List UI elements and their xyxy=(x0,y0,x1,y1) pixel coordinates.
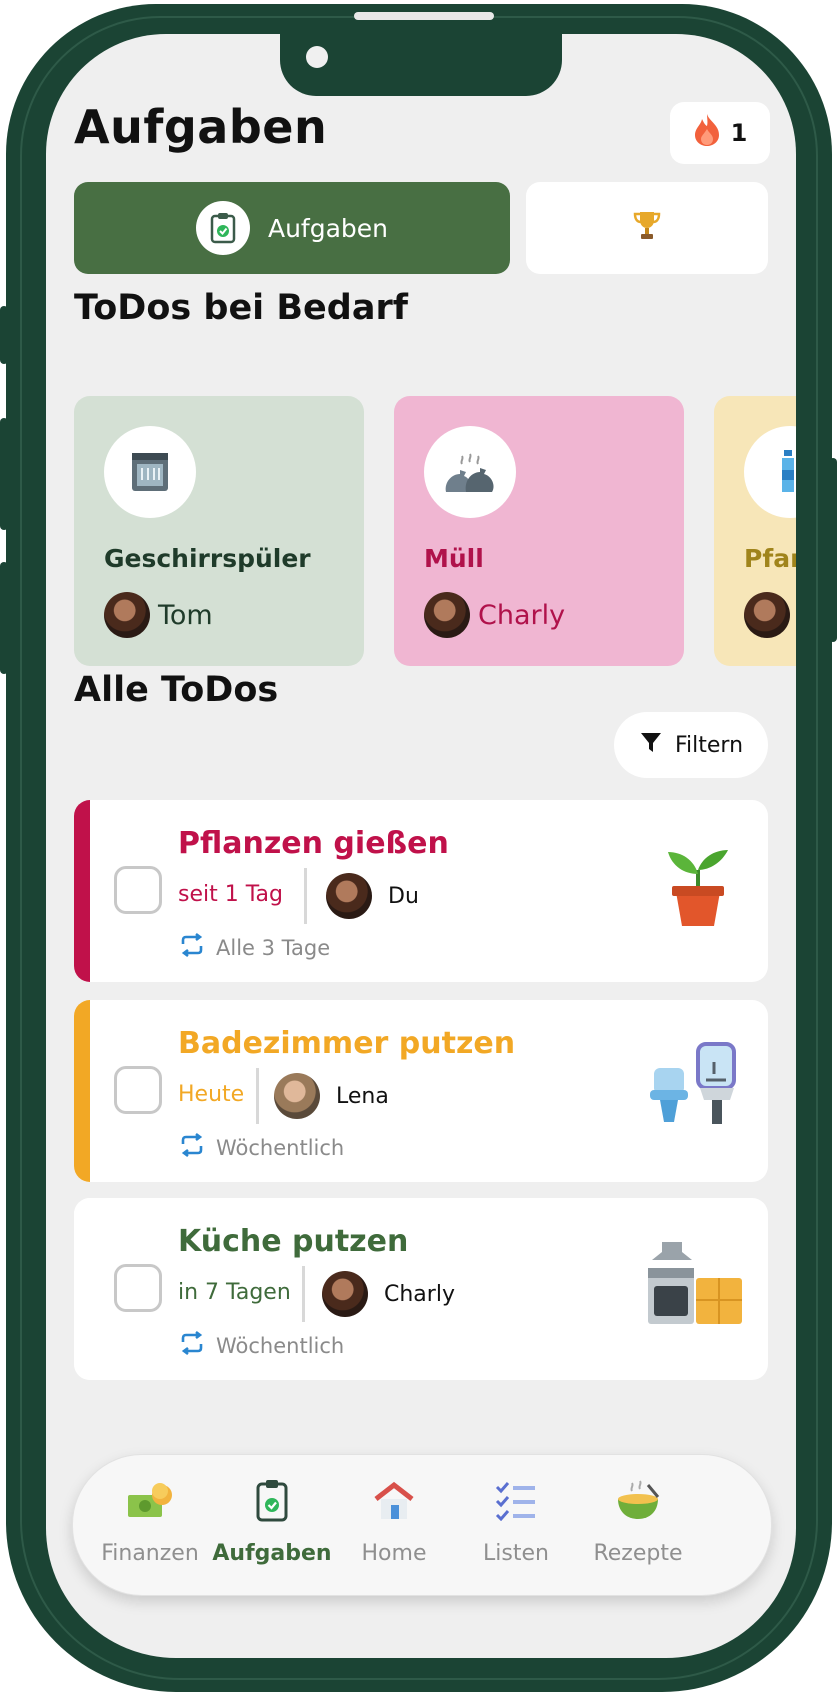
card-assignee: Charly xyxy=(424,592,565,638)
kitchen-icon xyxy=(640,1238,750,1338)
card-title: Geschirrspüler xyxy=(104,544,311,573)
avatar xyxy=(322,1271,368,1317)
power-button xyxy=(829,458,837,642)
volume-up-button xyxy=(0,418,8,530)
task-repeat: Wöchentlich xyxy=(178,1330,344,1361)
repeat-icon xyxy=(178,1330,206,1361)
task-due: Heute xyxy=(178,1082,245,1107)
filter-button[interactable]: Filtern xyxy=(614,712,768,778)
card-title: Pfand xyxy=(744,544,796,573)
avatar xyxy=(424,592,470,638)
priority-bar xyxy=(74,1000,90,1182)
task-repeat: Alle 3 Tage xyxy=(178,932,330,963)
priority-bar xyxy=(74,1198,90,1380)
nav-label: Home xyxy=(361,1541,427,1566)
task-card[interactable]: Badezimmer putzen Heute Lena Wöchentlich xyxy=(74,1000,768,1182)
repeat-label: Wöchentlich xyxy=(216,1135,345,1160)
avatar xyxy=(744,592,790,638)
bowl-icon xyxy=(612,1475,664,1527)
task-checkbox[interactable] xyxy=(114,1264,162,1312)
repeat-icon xyxy=(178,932,206,963)
task-title: Badezimmer putzen xyxy=(178,1026,516,1061)
nav-label: Finanzen xyxy=(101,1541,199,1566)
repeat-icon xyxy=(178,1132,206,1163)
streak-count: 1 xyxy=(730,119,748,147)
potted-plant-icon xyxy=(640,840,750,940)
avatar xyxy=(274,1073,320,1119)
on-demand-carousel[interactable]: Geschirrspüler Tom Müll Charly Pfand xyxy=(74,396,796,666)
task-repeat: Wöchentlich xyxy=(178,1132,344,1163)
on-demand-card-bottles[interactable]: Pfand xyxy=(714,396,796,666)
avatar xyxy=(326,873,372,919)
task-due: in 7 Tagen xyxy=(178,1280,291,1305)
mute-switch xyxy=(0,306,8,364)
nav-home[interactable]: Home xyxy=(329,1475,459,1585)
tab-tasks-label: Aufgaben xyxy=(267,213,389,243)
card-assignee: Tom xyxy=(104,592,213,638)
task-assignee: Lena xyxy=(274,1073,389,1119)
nav-lists[interactable]: Listen xyxy=(451,1475,581,1585)
app-screen: Aufgaben 1 Aufgaben ToDos bei Bedarf Ges… xyxy=(46,34,796,1658)
task-checkbox[interactable] xyxy=(114,1066,162,1114)
task-title: Pflanzen gießen xyxy=(178,826,449,861)
nav-label: Aufgaben xyxy=(212,1541,332,1566)
tab-tasks[interactable]: Aufgaben xyxy=(74,182,510,274)
nav-tasks[interactable]: Aufgaben xyxy=(207,1475,337,1585)
assignee-name: Lena xyxy=(336,1083,389,1109)
bathroom-icon xyxy=(640,1040,750,1140)
clipboard-check-icon xyxy=(195,201,250,255)
assignee-name: Tom xyxy=(158,599,213,631)
on-demand-heading: ToDos bei Bedarf xyxy=(74,288,408,328)
task-title: Küche putzen xyxy=(178,1224,409,1259)
notch xyxy=(280,34,562,96)
nav-recipes[interactable]: Rezepte xyxy=(573,1475,703,1585)
repeat-label: Wöchentlich xyxy=(216,1333,345,1358)
avatar xyxy=(104,592,150,638)
clipboard-icon xyxy=(246,1475,298,1527)
nav-label: Rezepte xyxy=(593,1541,683,1566)
priority-bar xyxy=(74,800,90,982)
filter-label: Filtern xyxy=(674,732,744,758)
on-demand-card-trash[interactable]: Müll Charly xyxy=(394,396,684,666)
on-demand-card-dishwasher[interactable]: Geschirrspüler Tom xyxy=(74,396,364,666)
trash-bags-icon xyxy=(424,426,516,518)
speaker-grille xyxy=(354,12,494,20)
task-card[interactable]: Pflanzen gießen seit 1 Tag Du Alle 3 Tag… xyxy=(74,800,768,982)
money-icon xyxy=(124,1475,176,1527)
divider xyxy=(304,868,307,924)
assignee-name: Charly xyxy=(478,599,566,631)
camera-icon xyxy=(306,46,328,68)
divider xyxy=(256,1068,259,1124)
volume-down-button xyxy=(0,562,8,674)
tab-achievements[interactable] xyxy=(526,182,768,274)
repeat-label: Alle 3 Tage xyxy=(216,935,331,960)
all-todos-heading: Alle ToDos xyxy=(74,670,279,710)
flame-icon xyxy=(693,113,721,153)
page-title: Aufgaben xyxy=(74,100,328,154)
checklist-icon xyxy=(490,1475,542,1527)
card-assignee xyxy=(744,592,796,638)
card-title: Müll xyxy=(424,544,484,573)
task-assignee: Du xyxy=(326,873,419,919)
dishwasher-icon xyxy=(104,426,196,518)
task-checkbox[interactable] xyxy=(114,866,162,914)
streak-badge[interactable]: 1 xyxy=(670,102,770,164)
divider xyxy=(302,1266,305,1322)
task-card[interactable]: Küche putzen in 7 Tagen Charly Wöchentli… xyxy=(74,1198,768,1380)
house-icon xyxy=(368,1475,420,1527)
task-due: seit 1 Tag xyxy=(178,882,283,907)
nav-finances[interactable]: Finanzen xyxy=(85,1475,215,1585)
assignee-name: Du xyxy=(388,883,419,909)
bottom-nav: Finanzen Aufgaben Home Listen Rezepte xyxy=(72,1454,772,1596)
assignee-name: Charly xyxy=(384,1281,455,1307)
task-assignee: Charly xyxy=(322,1271,455,1317)
trophy-icon xyxy=(633,210,661,246)
bottles-icon xyxy=(744,426,796,518)
nav-label: Listen xyxy=(483,1541,549,1566)
filter-icon xyxy=(639,730,663,760)
